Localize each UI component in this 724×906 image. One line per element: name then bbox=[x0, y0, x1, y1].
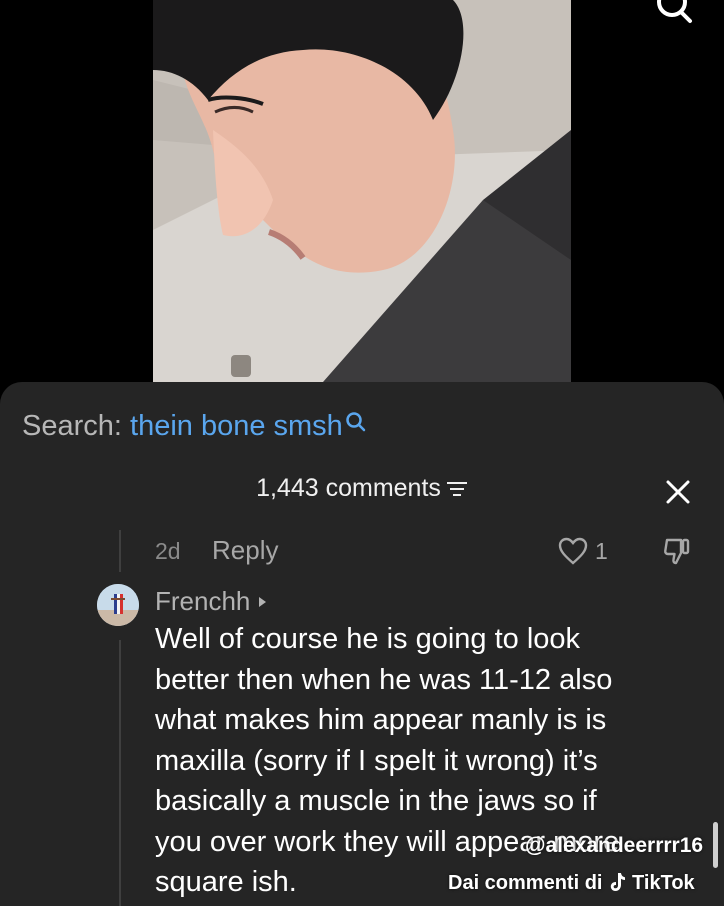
like-count: 1 bbox=[595, 538, 608, 564]
search-query-link[interactable]: thein bone smsh bbox=[130, 410, 343, 442]
comment-line: Well of course he is going to look bbox=[155, 623, 581, 655]
watermark-source: Dai commenti di TikTok bbox=[448, 872, 695, 895]
heart-icon[interactable] bbox=[557, 536, 589, 566]
comment-time: 2d bbox=[155, 538, 181, 564]
comment-author[interactable]: Frenchh bbox=[155, 584, 267, 617]
comment-line: basically a muscle in the jaws so if bbox=[155, 785, 597, 817]
scrollbar[interactable] bbox=[713, 822, 718, 868]
triangle-right-icon bbox=[258, 584, 267, 607]
video-thumbnail[interactable] bbox=[153, 0, 571, 382]
filter-icon[interactable] bbox=[446, 475, 468, 496]
comment-text: Well of course he is going to look bette… bbox=[155, 619, 675, 903]
watermark-prefix: Dai commenti di bbox=[448, 872, 603, 894]
thread-connector bbox=[119, 530, 121, 572]
avatar[interactable] bbox=[97, 584, 139, 626]
comments-panel: Search: thein bone smsh 1,443 comments 2… bbox=[0, 382, 724, 906]
thread-connector bbox=[119, 640, 121, 906]
thumbs-down-icon[interactable] bbox=[662, 536, 692, 566]
watermark-brand: TikTok bbox=[632, 872, 695, 894]
comment-line: maxilla (sorry if I spelt it wrong) it’s bbox=[155, 744, 598, 777]
comment-line: what makes him appear manly is is bbox=[155, 704, 607, 736]
comment-line: better then when he was 11-12 also bbox=[155, 663, 613, 696]
reply-button[interactable]: Reply bbox=[212, 535, 278, 566]
search-prefix: Search: bbox=[22, 410, 122, 442]
comments-count: 1,443 comments bbox=[256, 474, 441, 502]
video-area bbox=[0, 0, 724, 400]
search-suggestion[interactable]: Search: thein bone smsh bbox=[22, 408, 367, 443]
search-icon bbox=[345, 408, 367, 432]
close-icon[interactable] bbox=[664, 478, 692, 506]
comments-header: 1,443 comments bbox=[0, 474, 724, 503]
tiktok-note-icon bbox=[610, 872, 626, 892]
search-icon[interactable] bbox=[654, 0, 694, 28]
author-name[interactable]: Frenchh bbox=[155, 586, 250, 616]
watermark-handle: @alexandeerrrr16 bbox=[525, 834, 704, 857]
